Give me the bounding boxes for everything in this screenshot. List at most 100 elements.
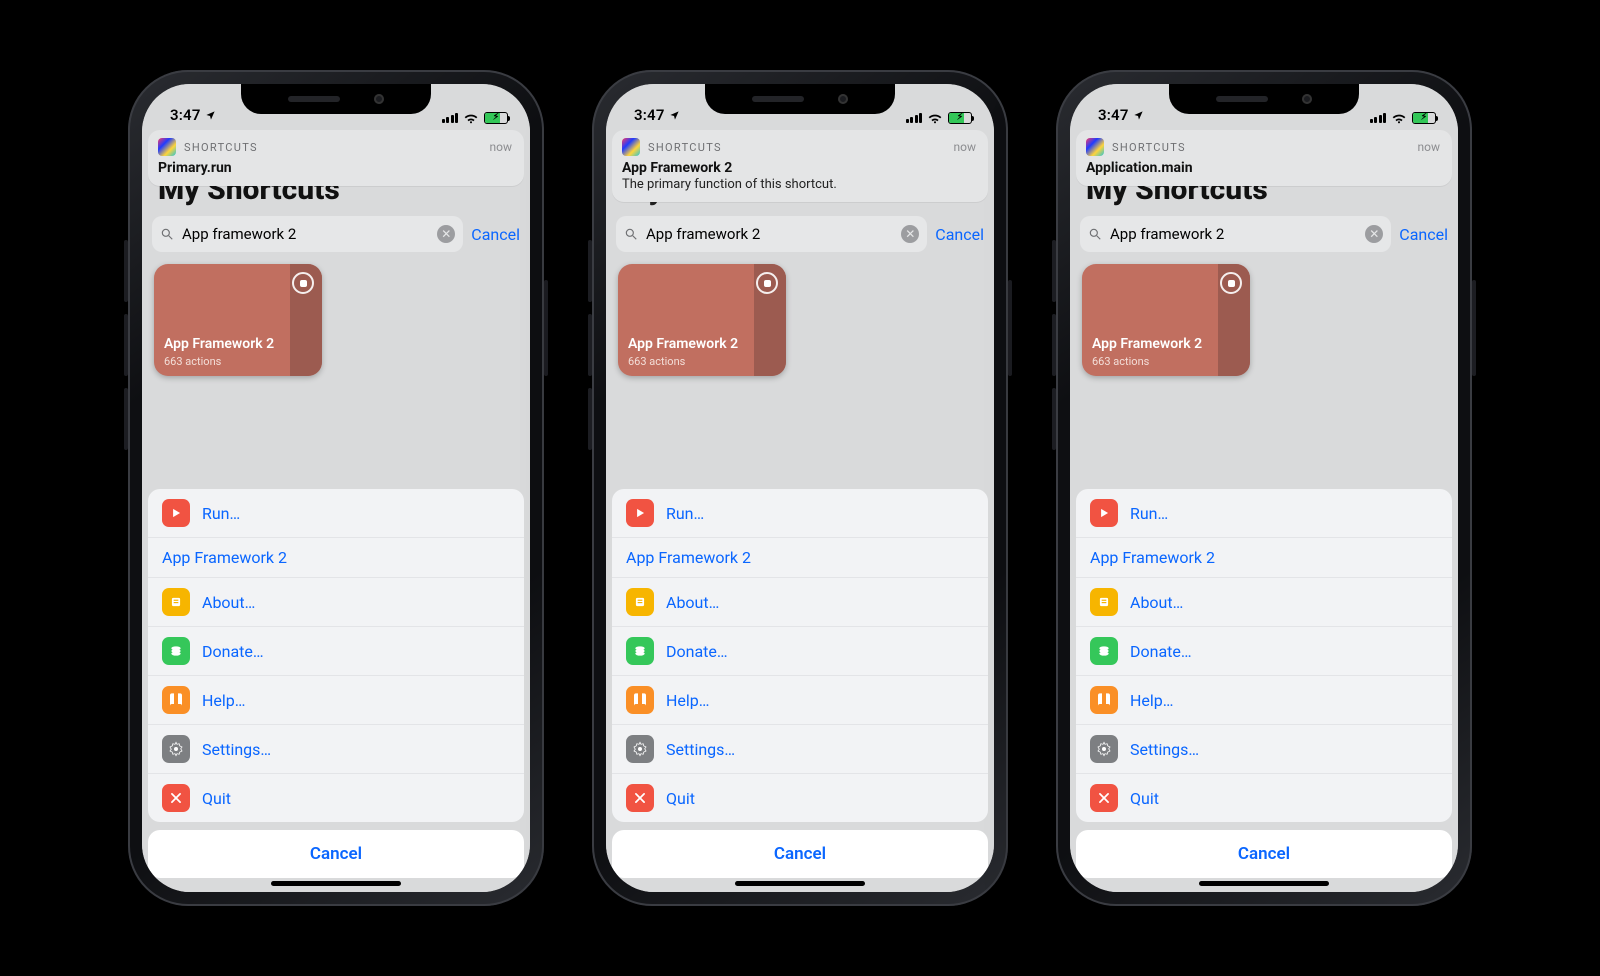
cellular-signal-icon (1370, 113, 1387, 123)
notch (241, 84, 431, 114)
help-icon (626, 686, 654, 714)
play-icon (1090, 499, 1118, 527)
donate-icon (1090, 637, 1118, 665)
shortcut-tile-subtitle: 663 actions (1092, 355, 1149, 368)
menu-donate-label: Donate… (1130, 642, 1192, 661)
home-indicator[interactable] (271, 881, 401, 886)
menu-settings-label: Settings… (666, 740, 735, 759)
menu-settings[interactable]: Settings… (612, 724, 988, 773)
notch (1169, 84, 1359, 114)
menu-help-label: Help… (666, 691, 709, 710)
search-icon (160, 227, 174, 241)
search-cancel-button[interactable]: Cancel (1399, 225, 1448, 244)
shortcut-tile-title: App Framework 2 (164, 336, 274, 352)
stop-icon[interactable] (292, 272, 314, 294)
notification-body: The primary function of this shortcut. (622, 177, 976, 192)
menu-donate[interactable]: Donate… (612, 626, 988, 675)
battery-icon: ⚡︎ (948, 112, 972, 124)
menu-section-header: App Framework 2 (148, 537, 524, 577)
menu-quit[interactable]: Quit (1076, 773, 1452, 822)
notification-banner[interactable]: SHORTCUTS now App Framework 2 The primar… (612, 130, 988, 202)
shortcut-tile-subtitle: 663 actions (628, 355, 685, 368)
stop-icon[interactable] (756, 272, 778, 294)
notification-time: now (490, 140, 513, 154)
menu-help-label: Help… (1130, 691, 1173, 710)
phone-2: 3:47 ⚡︎ My Shortcuts SHORTCUTS (592, 70, 1008, 906)
menu-donate[interactable]: Donate… (1076, 626, 1452, 675)
menu-about[interactable]: About… (612, 577, 988, 626)
menu-settings-label: Settings… (202, 740, 271, 759)
wifi-icon (1391, 112, 1407, 124)
notification-time: now (1418, 140, 1441, 154)
cancel-button[interactable]: Cancel (612, 830, 988, 878)
location-services-icon (669, 110, 680, 121)
menu-section-header: App Framework 2 (1076, 537, 1452, 577)
search-field[interactable]: ✕ (1080, 216, 1391, 252)
cancel-button[interactable]: Cancel (148, 830, 524, 878)
notification-banner[interactable]: SHORTCUTS now Application.main (1076, 130, 1452, 186)
menu-about-label: About… (666, 593, 719, 612)
notification-app-label: SHORTCUTS (1112, 141, 1186, 154)
clear-search-icon[interactable]: ✕ (1365, 225, 1383, 243)
menu-run[interactable]: Run… (612, 489, 988, 537)
help-icon (1090, 686, 1118, 714)
gear-icon (626, 735, 654, 763)
menu-donate-label: Donate… (666, 642, 728, 661)
search-input[interactable] (1108, 224, 1359, 244)
menu-help[interactable]: Help… (148, 675, 524, 724)
shortcut-tile[interactable]: App Framework 2 663 actions (154, 264, 322, 376)
close-icon (1090, 784, 1118, 812)
search-cancel-button[interactable]: Cancel (935, 225, 984, 244)
status-time: 3:47 (634, 106, 665, 124)
menu-run[interactable]: Run… (1076, 489, 1452, 537)
shortcuts-app-icon (622, 138, 640, 156)
action-sheet: Run… App Framework 2 About… Donate… (1076, 489, 1452, 878)
notification-app-label: SHORTCUTS (648, 141, 722, 154)
clear-search-icon[interactable]: ✕ (901, 225, 919, 243)
search-input[interactable] (644, 224, 895, 244)
menu-quit-label: Quit (1130, 789, 1159, 808)
shortcut-tile[interactable]: App Framework 2 663 actions (1082, 264, 1250, 376)
menu-donate[interactable]: Donate… (148, 626, 524, 675)
search-field[interactable]: ✕ (152, 216, 463, 252)
about-icon (162, 588, 190, 616)
menu-settings[interactable]: Settings… (148, 724, 524, 773)
cancel-button[interactable]: Cancel (1076, 830, 1452, 878)
menu-about[interactable]: About… (148, 577, 524, 626)
search-input[interactable] (180, 224, 431, 244)
notification-banner[interactable]: SHORTCUTS now Primary.run (148, 130, 524, 186)
play-icon (162, 499, 190, 527)
battery-icon: ⚡︎ (1412, 112, 1436, 124)
menu-quit[interactable]: Quit (148, 773, 524, 822)
status-time: 3:47 (1098, 106, 1129, 124)
menu-run-label: Run… (666, 504, 704, 523)
action-sheet: Run… App Framework 2 About… Donate… (612, 489, 988, 878)
shortcut-tile[interactable]: App Framework 2 663 actions (618, 264, 786, 376)
stop-icon[interactable] (1220, 272, 1242, 294)
menu-help[interactable]: Help… (1076, 675, 1452, 724)
home-indicator[interactable] (1199, 881, 1329, 886)
shortcut-tile-title: App Framework 2 (1092, 336, 1202, 352)
search-cancel-button[interactable]: Cancel (471, 225, 520, 244)
home-indicator[interactable] (735, 881, 865, 886)
donate-icon (626, 637, 654, 665)
close-icon (626, 784, 654, 812)
battery-icon: ⚡︎ (484, 112, 508, 124)
search-field[interactable]: ✕ (616, 216, 927, 252)
search-icon (1088, 227, 1102, 241)
menu-help[interactable]: Help… (612, 675, 988, 724)
menu-settings[interactable]: Settings… (1076, 724, 1452, 773)
phone-3: 3:47 ⚡︎ My Shortcuts SHORTCUTS (1056, 70, 1472, 906)
menu-quit-label: Quit (666, 789, 695, 808)
phone-2-screen: 3:47 ⚡︎ My Shortcuts SHORTCUTS (606, 84, 994, 892)
menu-about-label: About… (202, 593, 255, 612)
notification-time: now (954, 140, 977, 154)
menu-run-label: Run… (202, 504, 240, 523)
menu-quit-label: Quit (202, 789, 231, 808)
menu-run[interactable]: Run… (148, 489, 524, 537)
search-icon (624, 227, 638, 241)
shortcut-tile-subtitle: 663 actions (164, 355, 221, 368)
clear-search-icon[interactable]: ✕ (437, 225, 455, 243)
menu-quit[interactable]: Quit (612, 773, 988, 822)
menu-about[interactable]: About… (1076, 577, 1452, 626)
